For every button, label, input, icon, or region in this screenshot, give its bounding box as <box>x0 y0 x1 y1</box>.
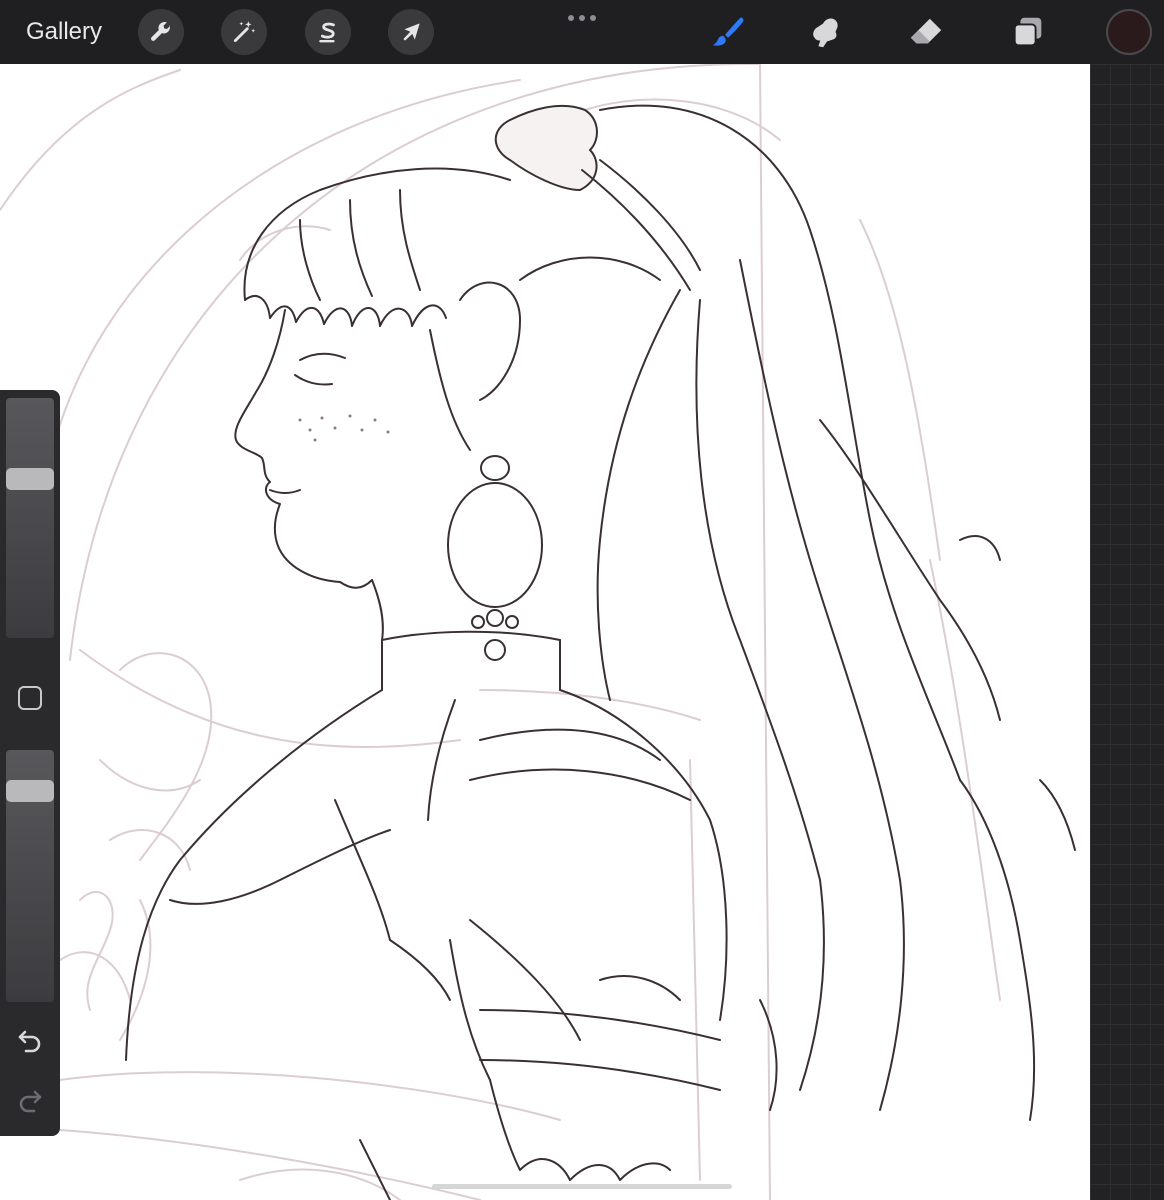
selection-s-icon <box>319 22 335 43</box>
brush-opacity-thumb[interactable] <box>6 779 54 802</box>
home-indicator[interactable] <box>432 1184 732 1189</box>
layers-icon <box>1013 17 1042 47</box>
sketch-artwork <box>0 64 1076 1200</box>
gallery-button[interactable]: Gallery <box>26 16 102 48</box>
eraser-icon <box>910 18 942 44</box>
adjustments-button[interactable] <box>221 9 267 55</box>
brush-icon <box>712 17 744 46</box>
undo-icon[interactable] <box>16 1026 44 1054</box>
eraser-tool-button[interactable] <box>906 12 946 52</box>
redo-icon[interactable] <box>16 1086 44 1114</box>
arrow-cursor-icon <box>403 23 420 41</box>
brush-tool-button[interactable] <box>708 12 748 52</box>
layers-button[interactable] <box>1008 12 1048 52</box>
top-toolbar: Gallery <box>0 0 1164 64</box>
selection-button[interactable] <box>305 9 351 55</box>
workspace-grid-background <box>1090 64 1164 1200</box>
transform-button[interactable] <box>388 9 434 55</box>
magic-wand-icon <box>233 21 256 43</box>
smudge-tool-button[interactable] <box>806 12 846 52</box>
wrench-icon <box>151 21 171 41</box>
color-picker-button[interactable] <box>1106 9 1152 55</box>
brush-size-thumb[interactable] <box>6 467 54 490</box>
left-sidebar <box>0 390 60 1136</box>
drawing-canvas[interactable] <box>0 64 1090 1200</box>
eyedropper-square-icon[interactable] <box>18 686 42 710</box>
actions-button[interactable] <box>138 9 184 55</box>
smudge-icon <box>813 18 838 48</box>
more-dots-icon[interactable] <box>564 8 600 28</box>
brush-size-slider[interactable] <box>6 398 54 638</box>
